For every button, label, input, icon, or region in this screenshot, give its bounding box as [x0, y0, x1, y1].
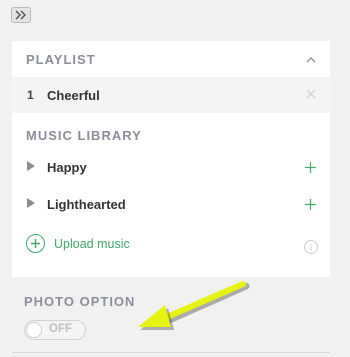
library-item-name: Lighthearted [47, 196, 126, 212]
music-sidebar: PLAYLIST 1 Cheerful MUSIC LIBRARY Happy [0, 0, 350, 357]
chevron-up-icon[interactable] [306, 50, 316, 68]
triangle-right-icon[interactable] [27, 160, 47, 174]
music-library-header: MUSIC LIBRARY [12, 117, 330, 153]
toggle-knob [26, 322, 42, 338]
plus-icon[interactable] [305, 159, 316, 176]
library-item-lighthearted[interactable]: Lighthearted [12, 186, 330, 222]
music-library-title: MUSIC LIBRARY [26, 127, 142, 143]
expand-panel-button[interactable] [11, 7, 31, 23]
library-item-name: Happy [47, 159, 87, 175]
playlist-item[interactable]: 1 Cheerful [12, 77, 330, 113]
divider [12, 352, 330, 353]
library-item-happy[interactable]: Happy [12, 149, 330, 185]
close-icon[interactable] [306, 86, 316, 104]
double-chevron-right-icon [15, 10, 27, 20]
playlist-header[interactable]: PLAYLIST [12, 41, 330, 77]
photo-option-title: PHOTO OPTION [24, 294, 136, 309]
playlist-item-index: 1 [27, 88, 34, 102]
toggle-label: OFF [49, 323, 72, 335]
music-panel: PLAYLIST 1 Cheerful MUSIC LIBRARY Happy [12, 41, 330, 277]
info-icon[interactable]: i [304, 240, 318, 254]
playlist-item-name: Cheerful [47, 87, 100, 103]
triangle-right-icon[interactable] [27, 197, 47, 211]
upload-music-label: Upload music [54, 236, 130, 251]
upload-music-button[interactable]: Upload music [26, 234, 130, 253]
playlist-title: PLAYLIST [26, 51, 96, 67]
photo-option-toggle[interactable]: OFF [24, 320, 86, 340]
plus-circle-icon [26, 234, 45, 253]
plus-icon[interactable] [305, 196, 316, 213]
